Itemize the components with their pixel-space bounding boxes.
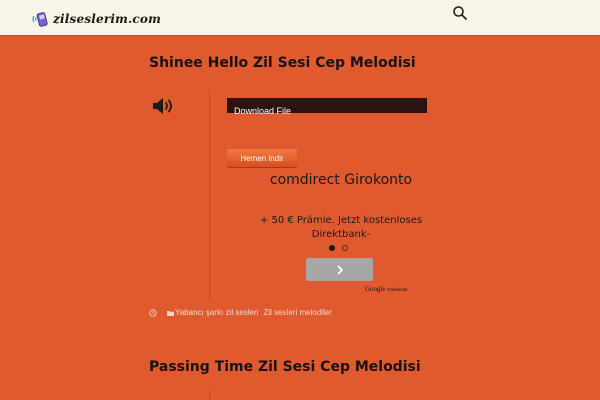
ad-attribution[interactable]: Google Reklamlar	[365, 285, 408, 293]
chevron-right-icon	[336, 264, 343, 275]
site-header: zilseslerim.com	[0, 0, 600, 36]
ad-dot[interactable]	[342, 245, 348, 251]
category-link[interactable]: Yabancı şarkı zil sesleri	[175, 308, 258, 317]
column-divider	[209, 390, 210, 400]
download-now-button[interactable]: Hemen indir	[227, 149, 297, 167]
clock-icon	[149, 308, 157, 317]
google-brand: Google	[365, 285, 386, 293]
download-file-link[interactable]: Download File	[234, 106, 291, 116]
site-logo[interactable]: zilseslerim.com	[32, 10, 161, 28]
category-link[interactable]: Zil sesleri melodiler	[263, 308, 331, 317]
folder-icon	[167, 310, 174, 316]
ad-dot-active[interactable]	[329, 245, 335, 251]
column-divider	[209, 90, 210, 300]
post-meta: Yabancı şarkı zil sesleri Zil sesleri me…	[149, 308, 332, 317]
ad-next-button[interactable]	[306, 258, 373, 281]
logo-phone-icon	[32, 12, 48, 27]
search-icon[interactable]	[452, 5, 468, 21]
speaker-icon[interactable]	[152, 96, 176, 116]
post-title[interactable]: Passing Time Zil Sesi Cep Melodisi	[149, 359, 421, 375]
site-name: zilseslerim.com	[53, 12, 162, 26]
ad-text[interactable]: + 50 € Prämie. Jetzt kostenloses Direktb…	[256, 214, 426, 242]
ad-label: Reklamlar	[387, 287, 408, 292]
ad-title[interactable]: comdirect Girokonto	[256, 171, 426, 190]
post-title[interactable]: Shinee Hello Zil Sesi Cep Melodisi	[149, 55, 416, 71]
